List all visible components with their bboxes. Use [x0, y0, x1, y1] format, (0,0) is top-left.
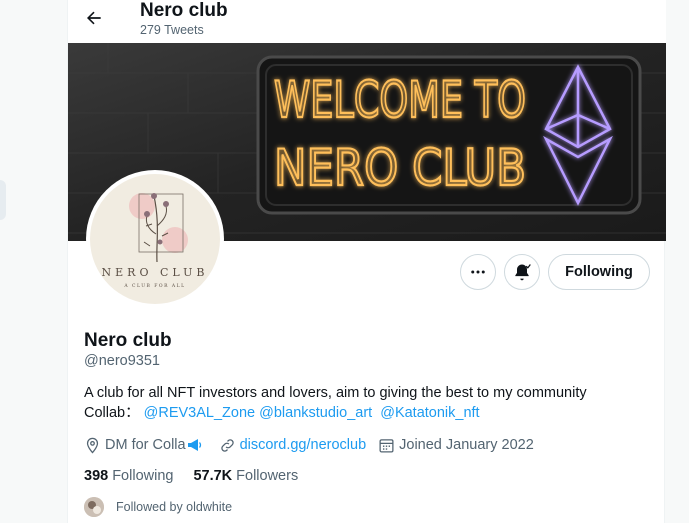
banner-line2: NERO CLUB	[274, 139, 526, 197]
location-pin-icon	[86, 437, 99, 454]
header-title: Nero club	[140, 0, 228, 21]
megaphone-icon	[187, 439, 201, 451]
top-bar: Nero club 279 Tweets	[68, 0, 666, 43]
follow-stats: 398 Following 57.7K Followers	[84, 466, 318, 486]
notifications-button[interactable]	[504, 254, 540, 290]
profile-name: Nero club	[84, 330, 172, 351]
more-button[interactable]	[460, 254, 496, 290]
more-dots-icon	[471, 270, 485, 274]
mention-link[interactable]: @blankstudio_art	[259, 405, 372, 421]
left-edge-control	[0, 180, 6, 220]
profile-meta: DM for Colla discord.gg/neroclub Joined …	[84, 435, 546, 455]
following-count: 398	[84, 468, 109, 484]
joined-text: Joined January 2022	[399, 437, 534, 453]
back-button[interactable]	[82, 6, 106, 30]
follower-avatar	[84, 497, 104, 517]
bio-collab-prefix: Collab：	[84, 405, 140, 421]
location-text: DM for Colla	[105, 437, 186, 453]
profile-bio: A club for all NFT investors and lovers,…	[84, 383, 654, 423]
mention-link[interactable]: @REV3AL_Zone	[144, 405, 255, 421]
profile-column: Nero club 279 Tweets WELCOME TO NERO CLU…	[67, 0, 666, 523]
calendar-icon	[379, 438, 394, 453]
mention-link[interactable]: @Katatonik_nft	[380, 405, 479, 421]
profile-handle: @nero9351	[84, 353, 160, 369]
followers-count: 57.7K	[193, 468, 233, 484]
followers-label: Followers	[236, 468, 299, 484]
followers-stat-link[interactable]: 57.7K Followers	[193, 466, 298, 486]
profile-avatar[interactable]: NERO CLUB A CLUB FOR ALL	[86, 170, 224, 308]
bio-collab-line: Collab： @REV3AL_Zone @blankstudio_art @K…	[84, 403, 654, 423]
following-label: Following	[112, 468, 174, 484]
avatar-tagline: A CLUB FOR ALL	[124, 284, 186, 289]
bio-line: A club for all NFT investors and lovers,…	[84, 385, 587, 401]
avatar-image: NERO CLUB A CLUB FOR ALL	[90, 174, 220, 304]
location-item: DM for Colla	[84, 435, 207, 455]
joined-item: Joined January 2022	[378, 435, 534, 455]
followed-by-text: Followed by oldwhite	[116, 500, 233, 514]
bell-check-icon	[515, 264, 531, 281]
followed-by-row[interactable]: Followed by oldwhite	[84, 497, 232, 517]
following-button[interactable]: Following	[548, 254, 650, 290]
tweet-count: 279 Tweets	[140, 23, 204, 37]
arrow-left-icon	[87, 11, 101, 25]
following-stat-link[interactable]: 398 Following	[84, 466, 173, 486]
banner-line1: WELCOME TO	[274, 71, 526, 129]
link-icon	[220, 438, 234, 452]
website-item: discord.gg/neroclub	[219, 435, 367, 455]
website-link[interactable]: discord.gg/neroclub	[240, 435, 367, 455]
avatar-brand: NERO CLUB	[101, 266, 209, 279]
